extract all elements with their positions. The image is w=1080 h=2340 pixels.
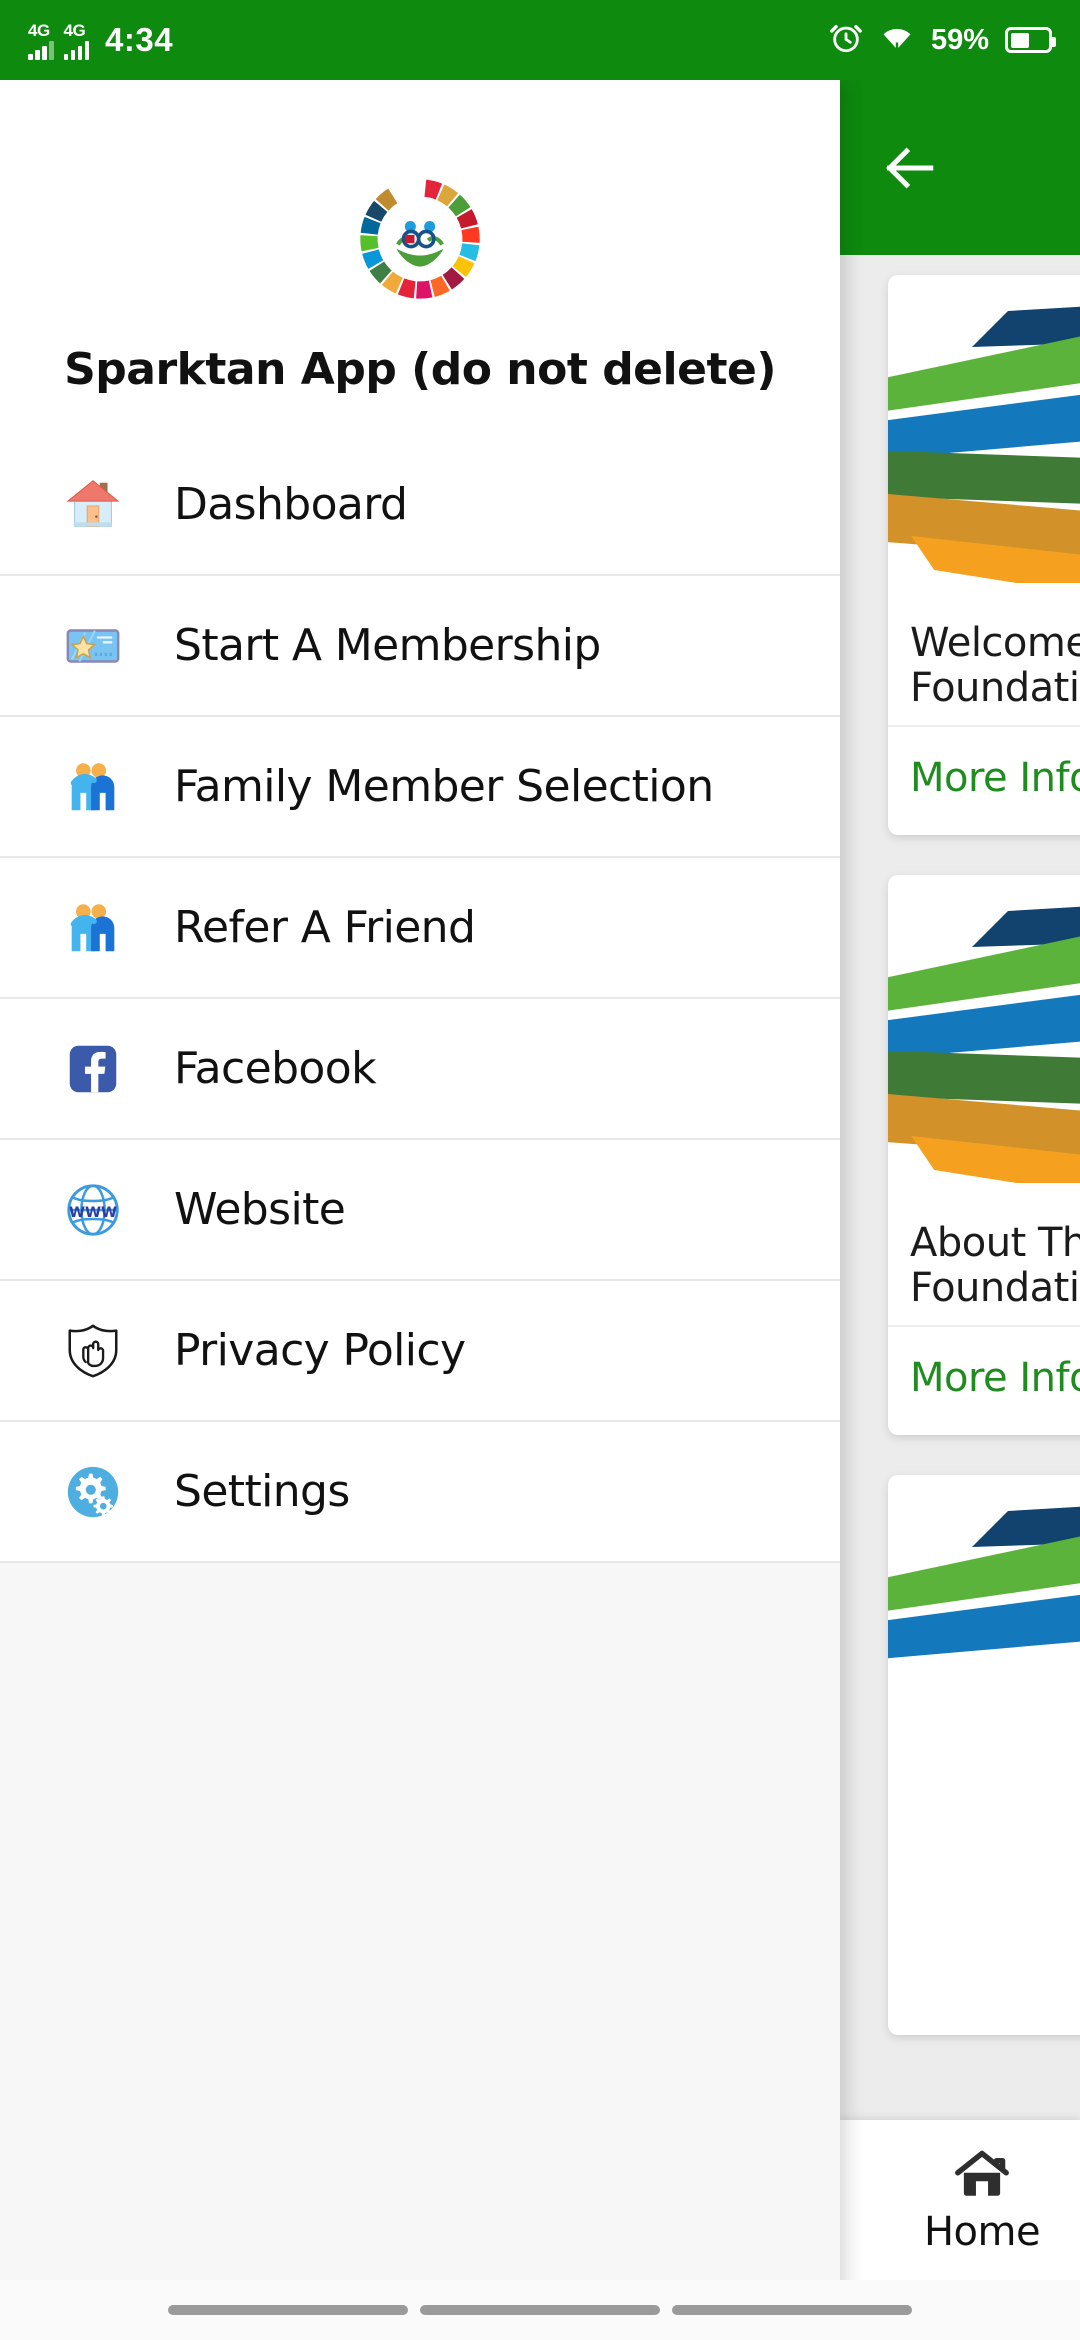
drawer-item-start-a-membership[interactable]: Start A Membership <box>0 576 840 717</box>
battery-percent-label: 59% <box>930 23 989 56</box>
drawer-item-privacy-policy[interactable]: Privacy Policy <box>0 1281 840 1422</box>
status-bar-clock: 4:34 <box>105 21 174 58</box>
gear-icon <box>62 1461 124 1523</box>
system-gesture-bar[interactable] <box>0 2280 1080 2340</box>
status-bar-left: 4G 4G 4:34 <box>28 20 173 60</box>
gesture-pill[interactable] <box>672 2305 912 2315</box>
signal-icon-sim2: 4G <box>63 20 89 60</box>
gesture-pill[interactable] <box>168 2305 408 2315</box>
alarm-icon <box>829 21 863 60</box>
shield-hand-icon <box>62 1320 124 1382</box>
www-globe-icon: WWW <box>62 1179 124 1241</box>
svg-text:WWW: WWW <box>69 1204 117 1220</box>
drawer-item-label: Facebook <box>174 1043 377 1094</box>
drawer-item-family-member-selection[interactable]: Family Member Selection <box>0 717 840 858</box>
drawer-item-label: Start A Membership <box>174 620 601 671</box>
status-bar: 4G 4G 4:34 59% <box>0 0 1080 80</box>
navigation-drawer: Sparktan App (do not delete) Dashboard S… <box>0 80 840 2340</box>
two-people-icon <box>62 756 124 818</box>
drawer-item-settings[interactable]: Settings <box>0 1422 840 1563</box>
wifi-icon <box>879 22 915 59</box>
facebook-icon <box>62 1038 124 1100</box>
drawer-item-label: Refer A Friend <box>174 902 476 953</box>
drawer-item-label: Website <box>174 1184 346 1235</box>
drawer-item-label: Family Member Selection <box>174 761 714 812</box>
drawer-menu: Dashboard Start A Membership Family Memb… <box>0 435 840 1563</box>
drawer-item-label: Settings <box>174 1466 350 1517</box>
phone-screen: Welcome To The Foundation More Info <box>0 0 1080 2340</box>
house-icon <box>62 474 124 536</box>
two-people-icon <box>62 897 124 959</box>
signal-icon-sim1: 4G <box>28 20 54 60</box>
sdg-wheel-logo <box>351 170 489 308</box>
drawer-item-label: Dashboard <box>174 479 408 530</box>
drawer-item-dashboard[interactable]: Dashboard <box>0 435 840 576</box>
ticket-star-icon <box>62 615 124 677</box>
status-bar-right: 59% <box>829 21 1056 60</box>
drawer-item-label: Privacy Policy <box>174 1325 466 1376</box>
drawer-empty-space <box>0 1563 840 2340</box>
battery-icon <box>1005 27 1056 53</box>
drawer-item-refer-a-friend[interactable]: Refer A Friend <box>0 858 840 999</box>
drawer-header: Sparktan App (do not delete) <box>0 80 840 435</box>
drawer-item-website[interactable]: WWW Website <box>0 1140 840 1281</box>
drawer-title: Sparktan App (do not delete) <box>64 344 776 395</box>
drawer-item-facebook[interactable]: Facebook <box>0 999 840 1140</box>
gesture-pill[interactable] <box>420 2305 660 2315</box>
